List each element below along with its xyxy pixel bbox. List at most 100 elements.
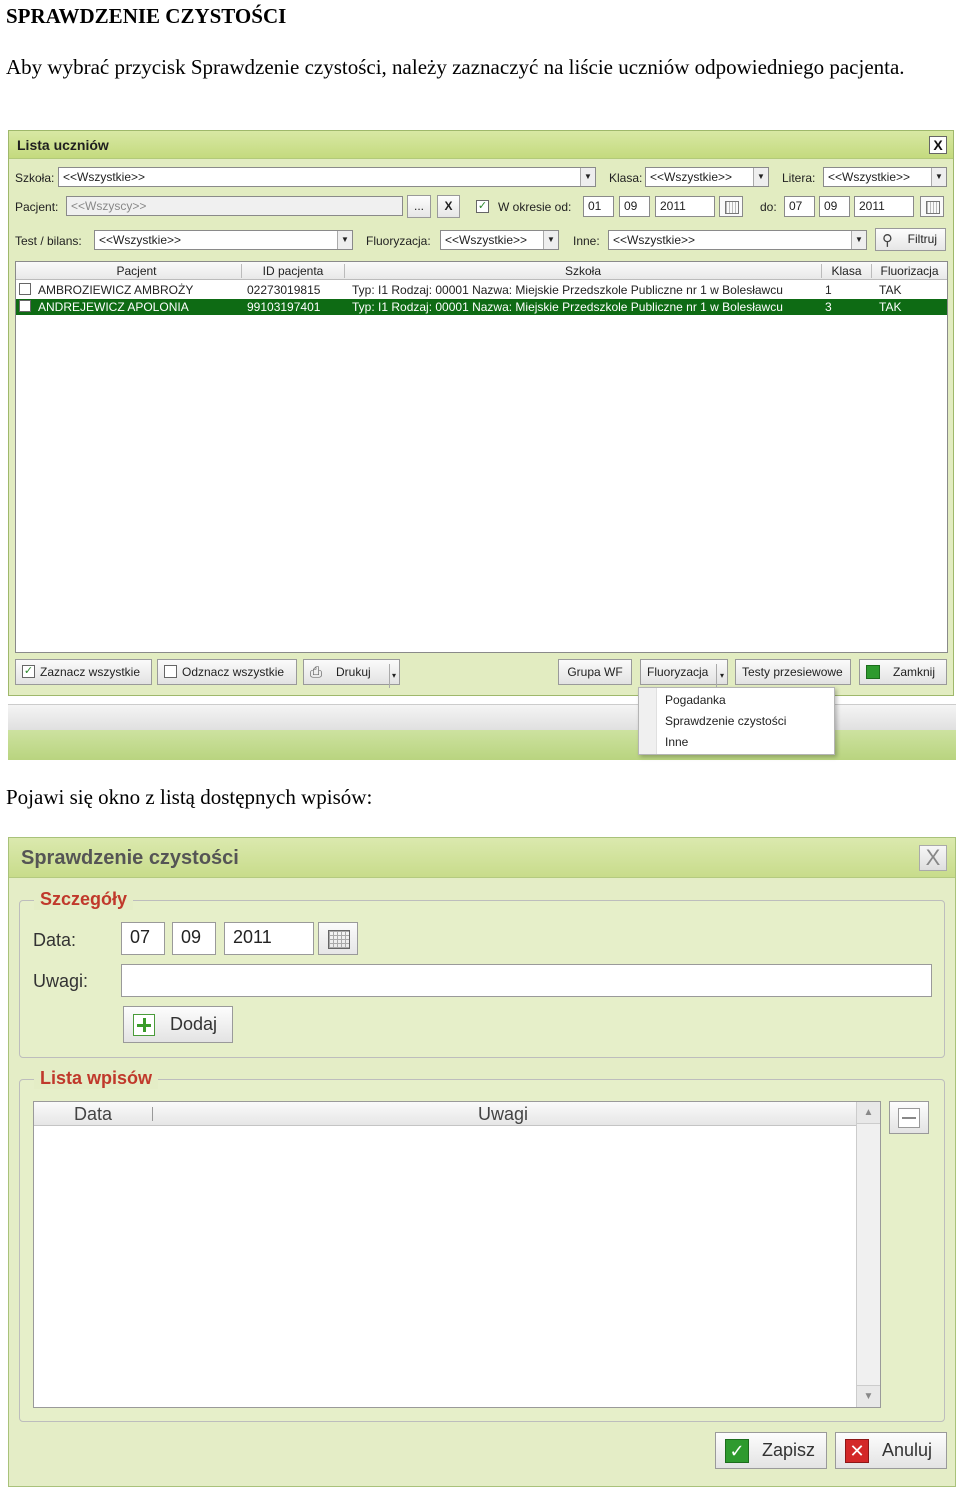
screening-tests-button[interactable]: Testy przesiewowe	[735, 659, 851, 685]
fluoridation-select[interactable]: <<Wszystkie>> ▼	[440, 230, 559, 250]
close-icon[interactable]: X	[929, 136, 947, 154]
school-select[interactable]: <<Wszystkie>> ▼	[58, 167, 596, 187]
remove-entry-button[interactable]	[889, 1101, 929, 1134]
scroll-down-icon[interactable]: ▼	[857, 1385, 880, 1407]
table-header: Pacjent ID pacjenta Szkoła Klasa Fluoriz…	[16, 262, 947, 280]
table-row-selected[interactable]: ANDREJEWICZ APOLONIA 99103197401 Typ: I1…	[16, 299, 947, 315]
scroll-up-icon[interactable]: ▲	[857, 1102, 880, 1124]
cell-fluoridation: TAK	[879, 300, 902, 314]
save-button[interactable]: ✓ Zapisz	[715, 1432, 827, 1469]
col-header-notes[interactable]: Uwagi	[478, 1104, 528, 1125]
filter-button[interactable]: ⚲ Filtruj	[875, 228, 946, 251]
students-list-window: Lista uczniów X Szkoła: <<Wszystkie>> ▼ K…	[8, 130, 954, 696]
vertical-scrollbar[interactable]: ▲ ▼	[856, 1102, 880, 1407]
period-label: W okresie od:	[498, 200, 572, 214]
cell-fluoridation: TAK	[879, 283, 902, 297]
to-label: do:	[760, 200, 777, 214]
cell-patient-id: 02273019815	[247, 283, 321, 297]
plus-icon	[133, 1014, 155, 1036]
chevron-down-icon: ▼	[753, 168, 768, 186]
date-year-input[interactable]: 2011	[224, 922, 314, 955]
calendar-icon[interactable]	[719, 196, 743, 217]
cell-school: Typ: I1 Rodzaj: 00001 Nazwa: Miejskie Pr…	[352, 283, 783, 297]
save-button-label: Zapisz	[762, 1440, 816, 1460]
select-all-button[interactable]: ✓ Zaznacz wszystkie	[15, 659, 152, 685]
search-icon: ⚲	[882, 232, 893, 249]
cell-patient: AMBROZIEWICZ AMBROŻY	[38, 283, 194, 297]
fluoridation-button-label: Fluoryzacja	[647, 665, 709, 679]
doc-paragraph-window: Pojawi się okno z listą dostępnych wpisó…	[6, 785, 373, 809]
chevron-down-icon: ▾	[715, 664, 724, 688]
patient-clear-button[interactable]: X	[437, 195, 460, 218]
test-label: Test / bilans:	[15, 234, 82, 248]
doc-heading: SPRAWDZENIE CZYSTOŚCI	[6, 4, 287, 28]
notes-label: Uwagi:	[33, 971, 89, 991]
close-button[interactable]: Zamknij	[859, 659, 947, 685]
class-label: Klasa:	[609, 171, 643, 185]
fluoridation-dropdown-button[interactable]: Fluoryzacja ▾	[640, 659, 728, 688]
menu-stripe	[639, 688, 657, 754]
menu-item-other[interactable]: Inne	[665, 735, 688, 749]
notes-input[interactable]	[121, 964, 932, 997]
details-legend: Szczegóły	[34, 889, 134, 910]
doc-paragraph-intro: Aby wybrać przycisk Sprawdzenie czystośc…	[6, 55, 905, 79]
calendar-icon[interactable]	[318, 922, 358, 955]
add-button[interactable]: Dodaj	[123, 1006, 233, 1043]
date-day-input[interactable]: 07	[121, 922, 165, 955]
period-checkbox[interactable]: ✓	[476, 200, 489, 213]
window-titlebar: Sprawdzenie czystości X	[9, 838, 955, 878]
entries-legend: Lista wpisów	[34, 1068, 159, 1089]
table-row[interactable]: AMBROZIEWICZ AMBROŻY 02273019815 Typ: I1…	[16, 282, 947, 298]
date-month-input[interactable]: 09	[172, 922, 216, 955]
from-month-input[interactable]: 09	[619, 196, 650, 217]
cell-class: 3	[825, 300, 832, 314]
letter-select[interactable]: <<Wszystkie>> ▼	[823, 167, 947, 187]
row-checkbox[interactable]	[19, 300, 31, 312]
class-select[interactable]: <<Wszystkie>> ▼	[645, 167, 769, 187]
chevron-down-icon: ▾	[388, 664, 396, 688]
pe-group-button[interactable]: Grupa WF	[558, 659, 632, 685]
col-header-school[interactable]: Szkoła	[345, 264, 822, 278]
class-select-value: <<Wszystkie>>	[650, 170, 733, 184]
to-month-input[interactable]: 09	[819, 196, 850, 217]
row-checkbox[interactable]	[19, 283, 31, 295]
cancel-button-label: Anuluj	[882, 1440, 933, 1460]
patient-browse-button[interactable]: ...	[407, 195, 431, 218]
other-select-value: <<Wszystkie>>	[613, 233, 696, 247]
window-titlebar: Lista uczniów X	[9, 131, 953, 159]
school-label: Szkoła:	[15, 171, 55, 185]
deselect-all-button[interactable]: Odznacz wszystkie	[157, 659, 297, 685]
add-button-label: Dodaj	[170, 1014, 218, 1034]
cell-patient-id: 99103197401	[247, 300, 321, 314]
entries-table-header: Data Uwagi	[34, 1102, 856, 1126]
col-header-date[interactable]: Data	[74, 1104, 112, 1125]
chevron-down-icon: ▼	[851, 231, 866, 249]
patient-field[interactable]: <<Wszyscy>>	[66, 196, 403, 216]
deselect-all-label: Odznacz wszystkie	[182, 665, 285, 679]
test-select[interactable]: <<Wszystkie>> ▼	[94, 230, 353, 250]
calendar-icon[interactable]	[920, 196, 944, 217]
column-divider	[152, 1107, 153, 1121]
entries-table: Data Uwagi ▲ ▼	[33, 1101, 881, 1408]
col-header-class[interactable]: Klasa	[822, 264, 872, 278]
fluoridation-select-value: <<Wszystkie>>	[445, 233, 528, 247]
details-group: Szczegóły Data: 07 09 2011 Uwagi: Dodaj	[19, 889, 945, 1058]
menu-item-cleanliness-check[interactable]: Sprawdzenie czystości	[665, 714, 786, 728]
col-header-patient[interactable]: Pacjent	[32, 264, 242, 278]
close-icon[interactable]: X	[919, 845, 947, 871]
letter-select-value: <<Wszystkie>>	[828, 170, 911, 184]
filter-button-label: Filtruj	[907, 232, 937, 246]
print-button[interactable]: ⎙ Drukuj ▾	[303, 659, 400, 688]
other-select[interactable]: <<Wszystkie>> ▼	[608, 230, 867, 250]
cancel-button[interactable]: ✕ Anuluj	[835, 1432, 947, 1469]
col-header-patient-id[interactable]: ID pacjenta	[242, 264, 345, 278]
col-header-fluoridation[interactable]: Fluorizacja	[872, 264, 947, 278]
cancel-x-icon: ✕	[845, 1439, 869, 1463]
menu-item-talk[interactable]: Pogadanka	[665, 693, 726, 707]
to-year-input[interactable]: 2011	[854, 196, 914, 217]
from-day-input[interactable]: 01	[583, 196, 614, 217]
cell-class: 1	[825, 283, 832, 297]
from-year-input[interactable]: 2011	[655, 196, 715, 217]
other-label: Inne:	[573, 234, 600, 248]
to-day-input[interactable]: 07	[784, 196, 815, 217]
